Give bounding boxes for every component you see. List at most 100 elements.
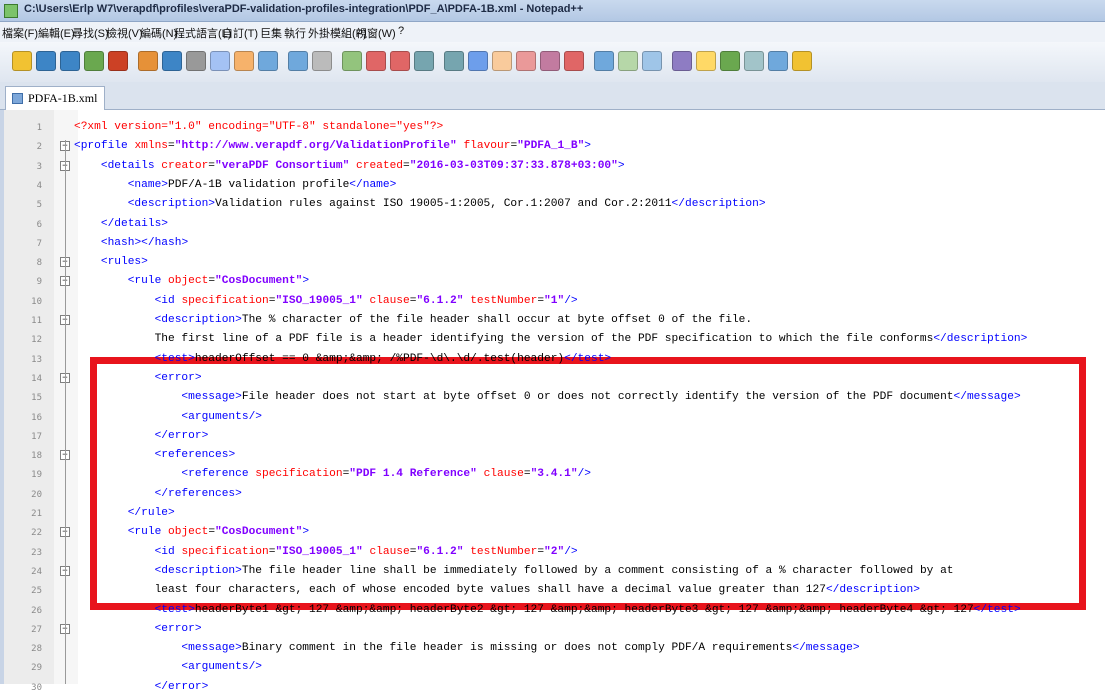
code-line[interactable]: 21 </rule> (4, 505, 1104, 524)
code-text: <error> (154, 622, 202, 635)
line-number: 24 (31, 566, 42, 577)
sync-h-icon[interactable] (444, 51, 464, 71)
save-macro-icon[interactable] (768, 51, 788, 71)
menu-item-10[interactable]: 視窗(W) (356, 25, 396, 41)
title-bar: C:\Users\Erlp W7\verapdf\profiles\veraPD… (0, 0, 1105, 22)
close-icon[interactable] (108, 51, 128, 71)
code-text: <name>PDF/A-1B validation profile</name> (127, 178, 397, 191)
code-line[interactable]: 12 The first line of a PDF file is a hea… (4, 331, 1104, 350)
code-text: <rules> (100, 256, 148, 269)
menu-item-6[interactable]: 自訂(T) (222, 25, 258, 41)
indent-guide-icon[interactable] (516, 51, 536, 71)
line-number: 20 (31, 489, 42, 500)
code-line[interactable]: 1 <?xml version="1.0" encoding="UTF-8" st… (4, 119, 1104, 138)
save-all-icon[interactable] (84, 51, 104, 71)
play-macro-icon[interactable] (720, 51, 740, 71)
line-number: 14 (31, 373, 42, 384)
code-editor[interactable]: 1 <?xml version="1.0" encoding="UTF-8" st… (0, 110, 1105, 693)
code-line[interactable]: 27− <error> (4, 621, 1104, 640)
notepad-app-icon[interactable] (4, 4, 18, 18)
code-line[interactable]: 6 </details> (4, 216, 1104, 235)
doc-map-icon[interactable] (564, 51, 584, 71)
line-number: 19 (31, 470, 42, 481)
monitor-icon[interactable] (642, 51, 662, 71)
code-text: <message>Binary comment in the file head… (181, 642, 860, 655)
record-macro-icon[interactable] (672, 51, 692, 71)
code-line[interactable]: 2−<profile xmlns="http://www.verapdf.org… (4, 138, 1104, 157)
code-text: <rule object="CosDocument"> (127, 526, 310, 539)
function-list-icon[interactable] (594, 51, 614, 71)
folder-as-workspace-icon[interactable] (618, 51, 638, 71)
undo-icon[interactable] (258, 51, 278, 71)
run-macro-icon[interactable] (744, 51, 764, 71)
menu-item-3[interactable]: 檢視(V) (106, 25, 143, 41)
code-line[interactable]: 30 </error> (4, 679, 1104, 698)
menu-item-4[interactable]: 編碼(N) (140, 25, 177, 41)
print-icon[interactable] (162, 51, 182, 71)
code-text: </details> (100, 217, 169, 230)
menu-item-2[interactable]: 尋找(S) (72, 25, 109, 41)
find-icon[interactable] (312, 51, 332, 71)
redo-icon[interactable] (288, 51, 308, 71)
copy-icon[interactable] (210, 51, 230, 71)
zoom-in-icon[interactable] (366, 51, 386, 71)
line-number: 4 (36, 180, 42, 191)
code-text: </error> (154, 429, 209, 442)
code-text: <arguments/> (181, 661, 262, 674)
line-number: 25 (31, 586, 42, 597)
zoom-out-icon[interactable] (390, 51, 410, 71)
wrap-icon[interactable] (468, 51, 488, 71)
code-text: </rule> (127, 507, 175, 519)
code-line[interactable]: 3− <details creator="veraPDF Consortium"… (4, 158, 1104, 177)
code-line[interactable]: 14− <error> (4, 370, 1104, 389)
paste-icon[interactable] (234, 51, 254, 71)
tab-pdfa-1b-xml[interactable]: PDFA-1B.xml (5, 86, 105, 110)
code-text: <reference specification="PDF 1.4 Refere… (181, 468, 592, 481)
menu-item-11[interactable]: ? (398, 25, 404, 37)
code-line[interactable]: 7 <hash></hash> (4, 235, 1104, 254)
cut-icon[interactable] (186, 51, 206, 71)
code-line[interactable]: 4 <name>PDF/A-1B validation profile</nam… (4, 177, 1104, 196)
code-line[interactable]: 10 <id specification="ISO_19005_1" claus… (4, 293, 1104, 312)
code-line[interactable]: 5 <description>Validation rules against … (4, 196, 1104, 215)
line-number: 2 (36, 142, 42, 153)
code-line[interactable]: 23 <id specification="ISO_19005_1" claus… (4, 544, 1104, 563)
udl-icon[interactable] (540, 51, 560, 71)
code-line[interactable]: 17 </error> (4, 428, 1104, 447)
replace-icon[interactable] (342, 51, 362, 71)
code-line[interactable]: 9− <rule object="CosDocument"> (4, 273, 1104, 292)
menu-item-7[interactable]: 巨集 (260, 25, 282, 41)
code-text: <arguments/> (181, 410, 262, 423)
code-line[interactable]: 22− <rule object="CosDocument"> (4, 524, 1104, 543)
sync-v-icon[interactable] (414, 51, 434, 71)
code-text: <description>The file header line shall … (154, 564, 954, 577)
code-line[interactable]: 18− <references> (4, 447, 1104, 466)
code-line[interactable]: 16 <arguments/> (4, 409, 1104, 428)
close-all-icon[interactable] (138, 51, 158, 71)
open-file-icon[interactable] (36, 51, 56, 71)
menu-item-1[interactable]: 編輯(E) (38, 25, 75, 41)
line-number: 9 (36, 277, 42, 288)
stop-macro-icon[interactable] (696, 51, 716, 71)
line-number: 18 (31, 451, 42, 462)
all-chars-icon[interactable] (492, 51, 512, 71)
code-line[interactable]: 13 <test>headerOffset == 0 &amp;&amp; /%… (4, 351, 1104, 370)
menu-item-0[interactable]: 檔案(F) (2, 25, 38, 41)
code-line[interactable]: 24− <description>The file header line sh… (4, 563, 1104, 582)
save-icon[interactable] (60, 51, 80, 71)
code-line[interactable]: 19 <reference specification="PDF 1.4 Ref… (4, 466, 1104, 485)
new-file-icon[interactable] (12, 51, 32, 71)
code-text: <profile xmlns="http://www.verapdf.org/V… (74, 140, 592, 153)
menu-item-8[interactable]: 執行 (284, 25, 306, 41)
code-line[interactable]: 28 <message>Binary comment in the file h… (4, 640, 1104, 659)
spellcheck-icon[interactable] (792, 51, 812, 71)
code-line[interactable]: 15 <message>File header does not start a… (4, 389, 1104, 408)
code-line[interactable]: 20 </references> (4, 486, 1104, 505)
code-line[interactable]: 8− <rules> (4, 254, 1104, 273)
code-text: <message>File header does not start at b… (181, 391, 1021, 404)
code-line[interactable]: 29 <arguments/> (4, 659, 1104, 678)
line-number: 10 (31, 296, 42, 307)
code-line[interactable]: 11− <description>The % character of the … (4, 312, 1104, 331)
code-line[interactable]: 25 least four characters, each of whose … (4, 582, 1104, 601)
code-line[interactable]: 26 <test>headerByte1 &gt; 127 &amp;&amp;… (4, 602, 1104, 621)
